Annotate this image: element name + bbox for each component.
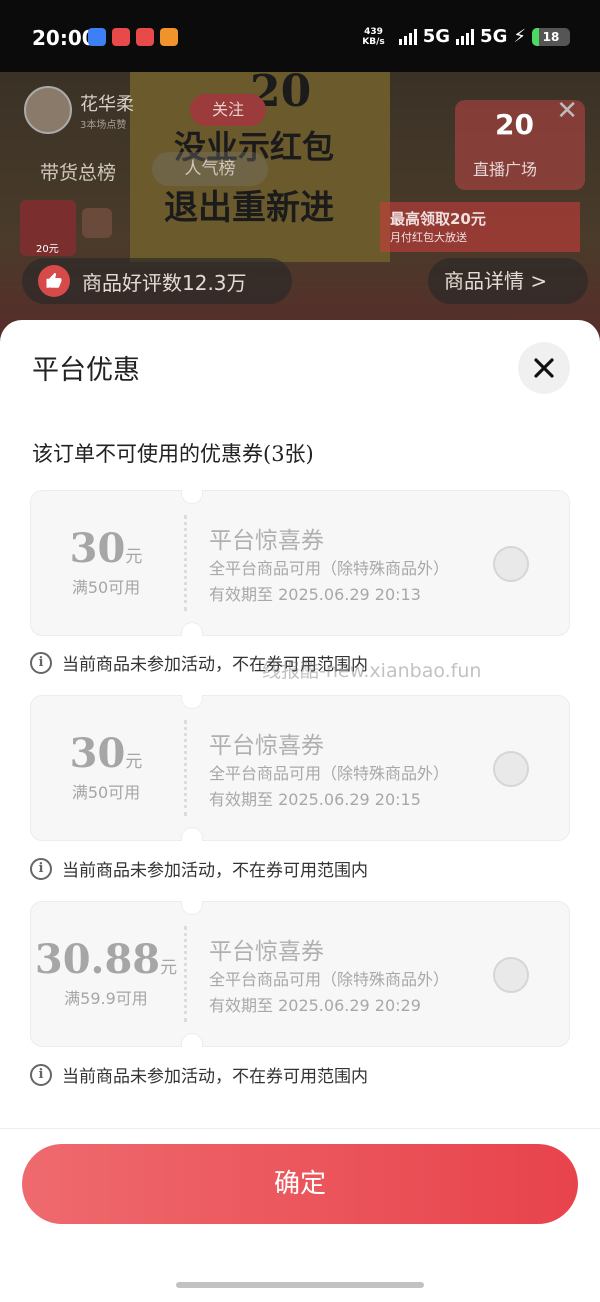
net-speed-value: 439 — [364, 26, 383, 37]
coupon-radio[interactable] — [493, 546, 529, 582]
review-count-label: 商品好评数12.3万 — [82, 270, 247, 295]
coupon-scope: 全平台商品可用（除特殊商品外） — [209, 559, 450, 578]
coupon-card[interactable]: 30.88元 满59.9可用 平台惊喜券 全平台商品可用（除特殊商品外） 有效期… — [30, 901, 570, 1047]
coupon-card[interactable]: 30元 满50可用 平台惊喜券 全平台商品可用（除特殊商品外） 有效期至 202… — [30, 695, 570, 841]
coupon-amount-box: 30元 满50可用 — [31, 730, 181, 803]
coupon-radio[interactable] — [493, 957, 529, 993]
coupon-name: 平台惊喜券 — [209, 939, 324, 965]
close-icon[interactable]: ✕ — [556, 96, 578, 126]
info-icon: i — [30, 857, 52, 880]
notification-icons — [88, 28, 178, 46]
coupon-notice: i 当前商品未参加活动，不在券可用范围内 — [30, 856, 368, 881]
charging-icon: ⚡ — [513, 26, 526, 47]
home-indicator[interactable] — [176, 1282, 424, 1288]
coupon-unit: 元 — [125, 752, 143, 772]
coupon-expiry: 有效期至 2025.06.29 20:13 — [209, 585, 421, 604]
live-square-count: 20 — [495, 108, 534, 141]
host-name: 花华柔 — [80, 93, 134, 115]
coupon-expiry: 有效期至 2025.06.29 20:15 — [209, 790, 421, 809]
coupon-amount: 30 — [69, 525, 126, 572]
sim1-network: 5G — [422, 26, 451, 47]
product-detail-pill[interactable]: 商品详情 > — [428, 258, 588, 304]
sim2-network: 5G — [480, 26, 508, 47]
battery-icon: 18 — [532, 27, 570, 46]
host-card[interactable]: 花华柔 3本场点赞 — [24, 86, 134, 134]
coupon-scope: 全平台商品可用（除特殊商品外） — [209, 970, 450, 989]
avatar[interactable] — [24, 86, 72, 134]
status-bar: 20:00 439 KB/s 5G 5G ⚡ 18 — [0, 0, 600, 72]
live-stream-background: 20 没业示红包 退出重新进 花华柔 3本场点赞 关注 带货总榜 人气榜 20 … — [0, 72, 600, 352]
coupon-radio[interactable] — [493, 751, 529, 787]
battery-level: 18 — [542, 29, 560, 44]
product-thumbnail[interactable] — [82, 208, 112, 238]
gift-main: 最高领取20元 — [390, 210, 486, 228]
close-button[interactable] — [518, 342, 570, 394]
rank-label[interactable]: 带货总榜 — [40, 158, 116, 185]
watermark: 线报酷-new.xianbao.fun — [262, 660, 482, 682]
app-notification-icon — [160, 28, 178, 46]
coupon-card[interactable]: 30元 满50可用 平台惊喜券 全平台商品可用（除特殊商品外） 有效期至 202… — [30, 490, 570, 636]
coupon-expiry: 有效期至 2025.06.29 20:29 — [209, 996, 421, 1015]
confirm-button[interactable]: 确定 — [22, 1144, 578, 1224]
coupon-amount: 30.88 — [34, 936, 161, 983]
coupon-scope: 全平台商品可用（除特殊商品外） — [209, 764, 450, 783]
product-thumbnail[interactable]: 20元 — [20, 200, 76, 256]
coupon-notice-text: 当前商品未参加活动，不在券可用范围内 — [62, 1067, 368, 1087]
net-speed: 439 KB/s — [362, 27, 384, 47]
popular-rank-pill[interactable]: 人气榜 — [152, 152, 268, 186]
coupon-name: 平台惊喜券 — [209, 733, 324, 759]
unavailable-coupons-title: 该订单不可使用的优惠券(3张) — [32, 442, 314, 466]
app-notification-icon — [136, 28, 154, 46]
net-speed-unit: KB/s — [362, 36, 385, 47]
coupon-condition: 满59.9可用 — [64, 989, 148, 1008]
thumbs-up-icon — [38, 265, 70, 297]
coupon-notice-text: 当前商品未参加活动，不在券可用范围内 — [62, 861, 368, 881]
review-count-pill[interactable]: 商品好评数12.3万 — [22, 258, 292, 304]
signal-icon — [398, 28, 417, 45]
app-notification-icon — [112, 28, 130, 46]
coupon-name: 平台惊喜券 — [209, 528, 324, 554]
status-indicators: 439 KB/s 5G 5G ⚡ 18 — [362, 26, 570, 47]
thumb-price: 20元 — [36, 244, 59, 255]
coupon-condition: 满50可用 — [71, 783, 141, 802]
coupon-unit: 元 — [125, 547, 143, 567]
follow-button[interactable]: 关注 — [190, 94, 266, 126]
footer-divider — [0, 1128, 600, 1129]
gift-banner[interactable]: 最高领取20元 月付红包大放送 — [380, 202, 580, 252]
sheet-title: 平台优惠 — [32, 355, 140, 386]
status-time: 20:00 — [32, 26, 96, 50]
board-line2: 退出重新进 — [164, 188, 334, 228]
host-subtitle: 3本场点赞 — [80, 119, 127, 131]
coupon-amount-box: 30元 满50可用 — [31, 525, 181, 598]
gift-sub: 月付红包大放送 — [390, 231, 467, 244]
info-icon: i — [30, 1063, 52, 1086]
coupon-condition: 满50可用 — [71, 578, 141, 597]
coupon-amount-box: 30.88元 满59.9可用 — [31, 936, 181, 1009]
app-notification-icon — [88, 28, 106, 46]
coupon-unit: 元 — [160, 958, 178, 978]
signal-icon — [456, 28, 475, 45]
close-icon — [534, 358, 554, 378]
live-square-label: 直播广场 — [473, 160, 538, 179]
coupon-sheet: 平台优惠 该订单不可使用的优惠券(3张) 30元 满50可用 平台惊喜券 全平台… — [0, 320, 600, 1302]
info-icon: i — [30, 651, 52, 674]
coupon-notice: i 当前商品未参加活动，不在券可用范围内 — [30, 1062, 368, 1087]
coupon-amount: 30 — [69, 730, 126, 777]
